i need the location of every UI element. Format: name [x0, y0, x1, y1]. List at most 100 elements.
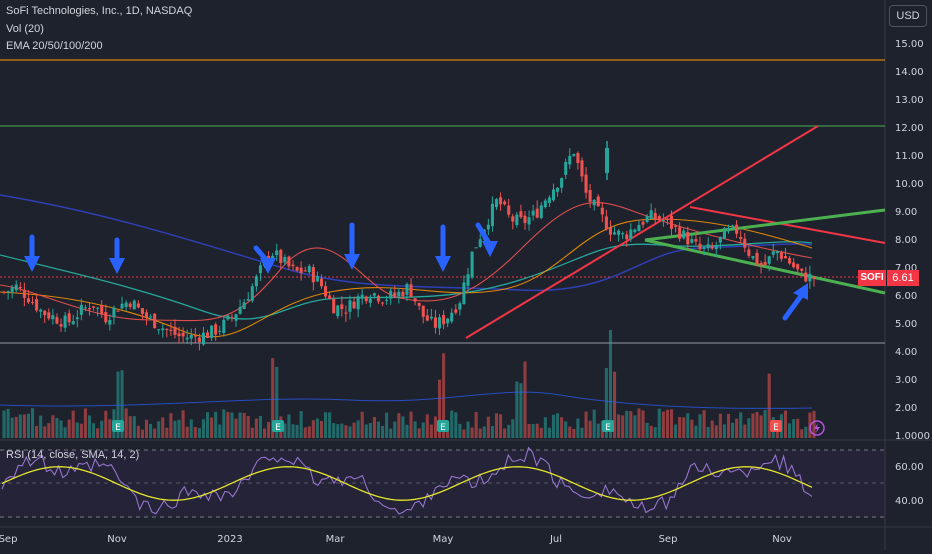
currency-button[interactable]: USD: [889, 5, 927, 27]
volume-bar: [246, 416, 250, 438]
volume-bar: [2, 410, 6, 438]
volume-bar: [108, 419, 112, 438]
candle-body: [230, 317, 234, 319]
earnings-marker[interactable]: E: [770, 420, 782, 433]
volume-bar: [739, 412, 743, 438]
volume-bar: [511, 419, 515, 438]
ema-legend[interactable]: EMA 20/50/100/200: [6, 40, 103, 52]
volume-bar: [621, 415, 625, 438]
candle-body: [51, 315, 55, 320]
volume-bar: [633, 415, 637, 438]
candle-body: [669, 215, 674, 229]
volume-bar: [547, 427, 551, 438]
price-axis-label: 1.0000: [895, 431, 930, 442]
candle-body: [788, 258, 792, 264]
candle-body: [641, 221, 645, 225]
candle-body: [254, 276, 258, 287]
volume-bar: [690, 419, 694, 438]
candle-body: [348, 300, 352, 312]
candle-body: [153, 313, 157, 329]
volume-bar: [161, 417, 165, 438]
volume-bar: [454, 412, 458, 438]
volume-bar: [18, 414, 22, 438]
volume-bar: [515, 381, 519, 438]
time-axis-label: Nov: [107, 534, 127, 545]
candle-body: [181, 332, 185, 337]
candle-body: [291, 264, 295, 267]
earnings-marker[interactable]: E: [602, 420, 614, 433]
earnings-marker[interactable]: E: [112, 420, 124, 433]
volume-bar: [43, 426, 47, 438]
candle-body: [739, 237, 743, 240]
svg-text:E: E: [275, 423, 281, 433]
volume-bar: [560, 417, 564, 438]
rsi-legend[interactable]: RSI (14, close, SMA, 14, 2): [6, 449, 139, 461]
candle-body: [372, 293, 376, 296]
volume-bar: [149, 423, 153, 438]
volume-bar: [222, 409, 226, 438]
candle-body: [454, 309, 458, 313]
volume-bar: [405, 424, 409, 438]
volume-bar: [295, 424, 299, 438]
svg-text:E: E: [440, 423, 446, 433]
candle-body: [767, 256, 771, 264]
volume-bar: [759, 415, 763, 438]
volume-bar: [669, 409, 674, 438]
candle-body: [735, 224, 739, 234]
volume-bar: [136, 425, 140, 438]
volume-bar: [157, 421, 161, 438]
candle-body: [332, 299, 336, 314]
volume-bar: [328, 412, 332, 438]
candle-body: [450, 312, 454, 322]
volume-bar: [315, 418, 319, 438]
volume-bar: [580, 427, 584, 438]
volume-bar: [389, 428, 393, 438]
volume-legend[interactable]: Vol (20): [6, 23, 44, 35]
candle-body: [613, 232, 617, 235]
candle-body: [470, 251, 474, 278]
candle-body: [751, 256, 755, 259]
candle-body: [397, 291, 401, 297]
candle-body: [287, 256, 291, 267]
earnings-marker[interactable]: E: [272, 420, 284, 433]
volume-bar: [401, 416, 405, 438]
candle-body: [14, 284, 18, 291]
candle-body: [283, 257, 287, 263]
candle-body: [226, 315, 230, 320]
volume-bar: [425, 414, 429, 438]
candle-body: [490, 203, 494, 227]
candle-body: [275, 250, 279, 256]
candle-body: [698, 243, 702, 250]
volume-bar: [291, 424, 295, 438]
candle-body: [59, 324, 63, 327]
volume-bar: [201, 419, 205, 438]
chart-area[interactable]: E E E E E 15.00 14.00 13.00 12.00 11.00 10.00…: [0, 0, 932, 550]
candle-body: [800, 268, 804, 271]
candle-body: [494, 199, 499, 208]
candle-body: [645, 215, 649, 223]
candle-body: [421, 305, 425, 317]
price-chart[interactable]: E E E E E 15.00 14.00 13.00 12.00 11.00 10.00…: [0, 0, 932, 550]
volume-bar: [267, 421, 271, 438]
volume-bar: [417, 428, 421, 438]
time-axis-label: 2023: [217, 534, 242, 545]
volume-bar: [625, 410, 629, 438]
candle-body: [189, 334, 193, 339]
volume-bar: [197, 428, 201, 438]
volume-bar: [694, 425, 698, 438]
candle-body: [588, 190, 592, 202]
candle-body: [714, 245, 718, 250]
candle-body: [238, 307, 242, 314]
candle-body: [144, 312, 149, 318]
volume-bar: [584, 411, 588, 438]
candle-body: [136, 303, 140, 308]
earnings-marker[interactable]: E: [437, 420, 449, 433]
volume-bar: [755, 411, 759, 438]
volume-bar: [572, 428, 576, 438]
candle-body: [605, 148, 609, 173]
volume-bar: [665, 409, 669, 438]
candle-body: [389, 290, 393, 299]
volume-bar: [568, 426, 572, 438]
volume-bar: [258, 415, 262, 438]
candle-body: [319, 278, 324, 287]
